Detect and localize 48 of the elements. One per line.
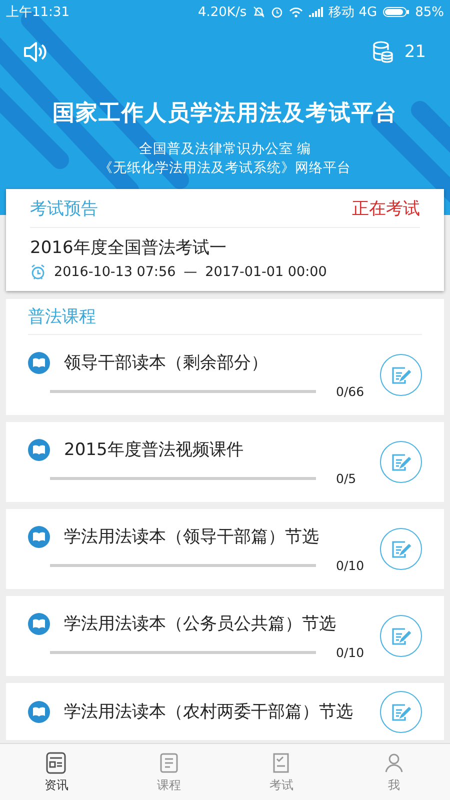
battery-icon — [383, 6, 410, 18]
course-title[interactable]: 领导干部读本（剩余部分） — [64, 352, 268, 372]
edit-note-icon — [390, 451, 412, 473]
book-icon — [28, 438, 50, 460]
exam-name: 2016年度全国普法考试一 — [30, 237, 228, 259]
course-title[interactable]: 学法用法读本（领导干部篇）节选 — [64, 526, 319, 546]
speaker-icon[interactable] — [22, 40, 48, 64]
quiz-button[interactable] — [380, 690, 422, 732]
book-icon — [28, 352, 50, 374]
time-separator: — — [184, 264, 198, 280]
publisher-text: 全国普及法律常识办公室 编 — [138, 140, 312, 159]
progress-count: 0/5 — [336, 470, 358, 486]
book-icon — [28, 612, 50, 634]
section-heading: 普法课程 — [28, 299, 422, 335]
book-icon — [28, 700, 50, 722]
progress-count: 0/10 — [336, 644, 366, 660]
progress-count: 0/10 — [336, 558, 366, 572]
network-speed: 4.20K/s — [198, 4, 247, 20]
signal-icon — [308, 7, 323, 17]
edit-note-icon — [390, 625, 412, 647]
edit-note-icon — [390, 364, 412, 386]
edit-note-icon — [390, 538, 412, 560]
exam-start-time: 2016-10-13 07:56 — [54, 264, 176, 280]
tab[interactable]: 资讯 — [0, 744, 112, 800]
book-icon — [28, 526, 50, 548]
bell-muted-icon — [252, 6, 265, 18]
exam-status: 正在考试 — [352, 198, 420, 220]
coin-count: 21 — [404, 42, 426, 62]
quiz-button[interactable] — [380, 528, 422, 570]
battery-percent: 85% — [415, 4, 444, 20]
course-title[interactable]: 2015年度普法视频课件 — [64, 440, 244, 460]
platform-text: 《无纸化学法用法及考试系统》网络平台 — [99, 159, 351, 178]
section-heading: 考试预告 — [30, 198, 98, 220]
progress-count: 0/66 — [336, 384, 366, 398]
app-title: 国家工作人员学法用法及考试平台 — [52, 100, 398, 128]
quiz-button[interactable] — [380, 354, 422, 396]
quiz-button[interactable] — [380, 441, 422, 483]
course-title[interactable]: 学法用法读本（公务员公共篇）节选 — [64, 614, 336, 634]
coin-stack-icon — [372, 40, 394, 64]
status-time: 上午11:31 — [6, 4, 70, 21]
exam-card[interactable]: 考试预告 正在考试 2016年度全国普法考试一 2016-10-13 07:56 — 2017-01-01 00:00 — [6, 189, 444, 291]
exam-end-time: 2017-01-01 00:00 — [205, 264, 327, 280]
quiz-button[interactable] — [380, 615, 422, 657]
tab-icon — [44, 750, 68, 774]
carrier-label: 移动 4G — [328, 4, 378, 21]
alarm-icon — [270, 6, 283, 18]
wifi-icon — [288, 6, 303, 18]
alarm-clock-icon — [30, 264, 46, 280]
